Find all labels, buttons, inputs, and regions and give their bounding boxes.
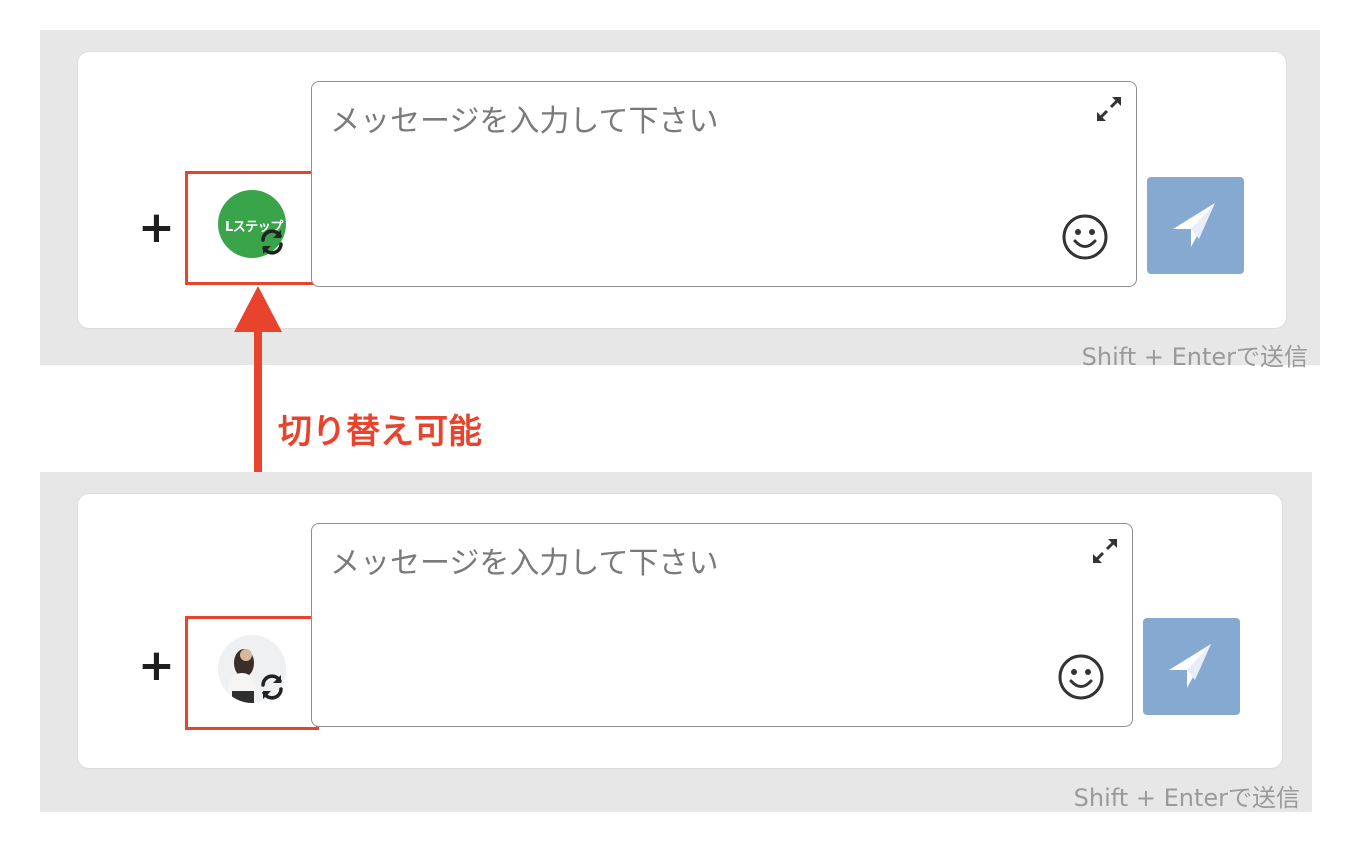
send-button[interactable] [1143,618,1240,715]
send-button[interactable] [1147,177,1244,274]
message-input[interactable]: メッセージを入力して下さい [311,81,1137,287]
add-icon[interactable]: + [138,206,175,250]
account-switch-highlight: Lステップ [185,171,319,285]
account-switch-highlight [185,616,319,730]
add-icon[interactable]: + [138,644,175,688]
message-placeholder: メッセージを入力して下さい [330,546,719,581]
message-placeholder: メッセージを入力して下さい [330,104,719,139]
smiley-icon[interactable] [1060,212,1110,262]
send-shortcut-hint: Shift + Enterで送信 [1073,784,1300,812]
switchable-annotation: 切り替え可能 [278,412,482,452]
expand-icon[interactable] [1090,536,1120,566]
refresh-icon[interactable] [256,671,288,703]
paper-plane-icon [1173,203,1215,247]
expand-icon[interactable] [1094,94,1124,124]
refresh-icon[interactable] [256,226,288,258]
message-input[interactable]: メッセージを入力して下さい [311,523,1133,727]
smiley-icon[interactable] [1056,652,1106,702]
send-shortcut-hint: Shift + Enterで送信 [1081,343,1308,371]
composer-card-bottom: + メッセージを入力して下さい [77,493,1283,769]
paper-plane-icon [1169,644,1211,688]
composer-panel-bottom: + メッセージを入力して下さい Shift + Enterで送信 [40,472,1312,812]
